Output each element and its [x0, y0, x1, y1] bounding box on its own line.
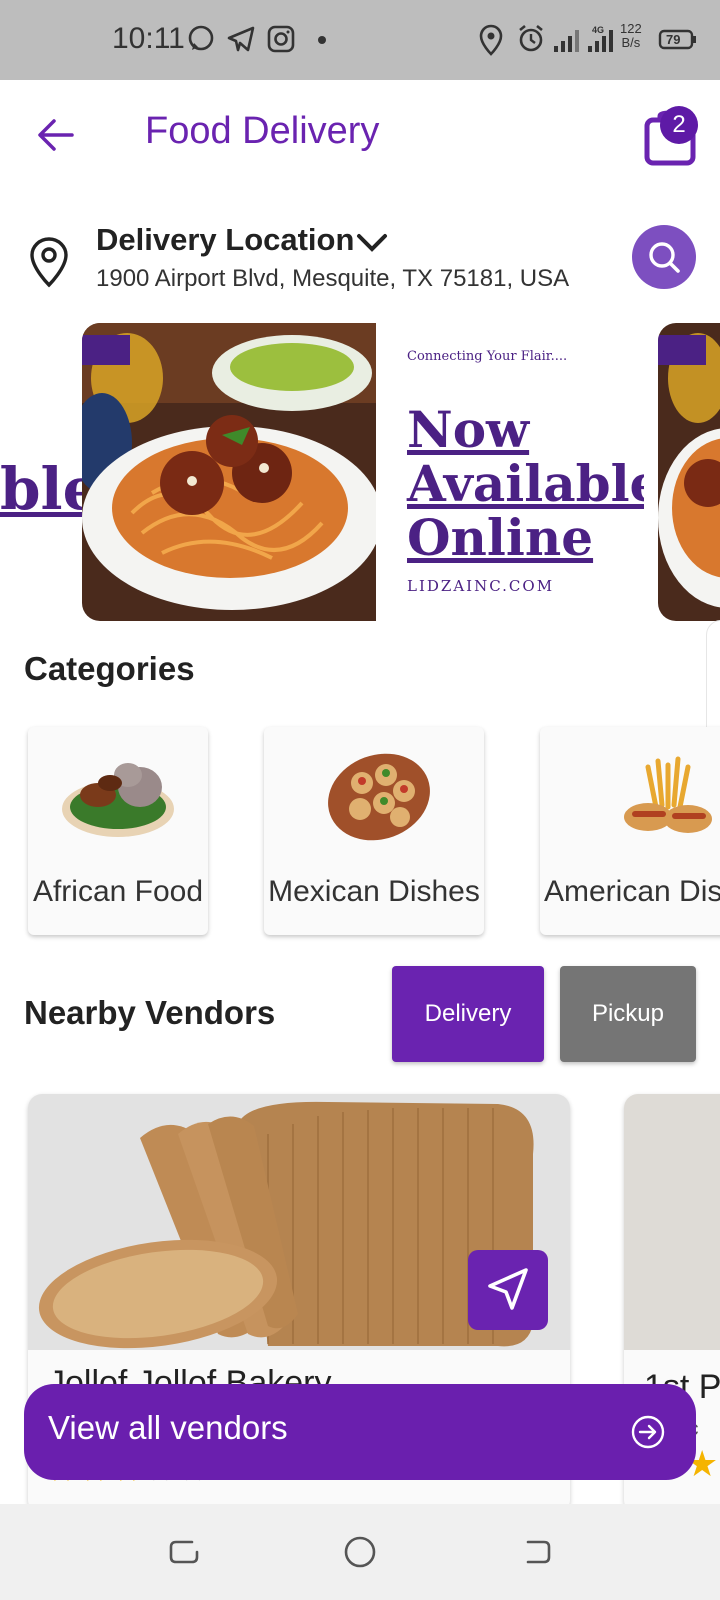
american-dishes-image [624, 756, 712, 833]
search-button[interactable] [632, 225, 696, 289]
spaghetti-meatballs-image [82, 323, 376, 621]
status-time: 10:11 [112, 22, 185, 55]
view-all-vendors-button[interactable]: View all vendors [24, 1384, 696, 1480]
mexican-dishes-image [328, 753, 430, 841]
category-card[interactable]: American Dishes [540, 727, 720, 935]
directions-button[interactable] [468, 1250, 548, 1330]
location-icon [479, 24, 503, 56]
cart-count-badge[interactable]: 2 [660, 106, 698, 144]
page-title: Food Delivery [145, 110, 380, 152]
network-speed: 122 B/s [620, 22, 642, 50]
banner-headline: Now Available Online [407, 403, 644, 565]
screen: 10:11 4G 122 B/s 79 Food Delivery 2 Deli… [0, 0, 720, 1600]
system-nav-bar [0, 1504, 720, 1600]
chevron-down-icon[interactable] [355, 228, 389, 256]
next-banner-image[interactable] [658, 323, 720, 621]
svg-text:79: 79 [666, 32, 680, 47]
telegram-icon [227, 26, 255, 52]
location-pin-icon [30, 237, 68, 288]
categories-title: Categories [24, 650, 195, 687]
network-speed-value: 122 [620, 21, 642, 36]
navigation-arrow-icon [488, 1268, 528, 1310]
banner-url: LIDZAINC.COM [407, 577, 555, 595]
category-card[interactable]: African Food [28, 727, 208, 935]
arrow-circle-right-icon [631, 1415, 665, 1449]
category-card[interactable]: Mexican Dishes [264, 727, 484, 935]
recent-apps-icon[interactable] [166, 1534, 202, 1570]
back-arrow-icon[interactable] [36, 115, 76, 155]
svg-text:4G: 4G [592, 25, 604, 35]
view-all-vendors-label: View all vendors [48, 1409, 288, 1446]
delivery-location-title[interactable]: Delivery Location [96, 222, 354, 258]
delivery-address: 1900 Airport Blvd, Mesquite, TX 75181, U… [96, 265, 570, 292]
search-icon [649, 242, 680, 273]
status-bar: 10:11 4G 122 B/s 79 [0, 0, 720, 80]
banner-tagline: Connecting Your Flair.... [407, 349, 568, 364]
banner-headline-line: Online [407, 508, 594, 567]
back-icon[interactable] [518, 1534, 554, 1570]
network-speed-unit: B/s [621, 35, 641, 50]
instagram-icon [267, 25, 295, 53]
vendor-image [624, 1094, 720, 1350]
delivery-toggle-button[interactable]: Delivery [392, 966, 544, 1062]
app-bar: Food Delivery 2 [0, 80, 720, 190]
home-icon[interactable] [342, 1534, 378, 1570]
promo-banner[interactable]: Connecting Your Flair.... Now Available … [82, 323, 644, 621]
nearby-vendors-title: Nearby Vendors [24, 994, 276, 1031]
african-food-image [62, 763, 174, 837]
battery-icon: 79 [658, 29, 696, 50]
pickup-toggle-button[interactable]: Pickup [560, 966, 696, 1062]
dot-icon [318, 36, 326, 44]
category-label: American Dishes [544, 875, 720, 908]
banner-headline-line: Now [407, 400, 530, 459]
signal-4g-icon: 4G [588, 25, 613, 52]
alarm-icon [519, 24, 543, 52]
banner-headline-line: Available [407, 454, 644, 513]
category-label: African Food [32, 875, 204, 908]
category-label: Mexican Dishes [268, 875, 480, 908]
whatsapp-icon [188, 25, 214, 51]
signal-icon [554, 30, 579, 52]
